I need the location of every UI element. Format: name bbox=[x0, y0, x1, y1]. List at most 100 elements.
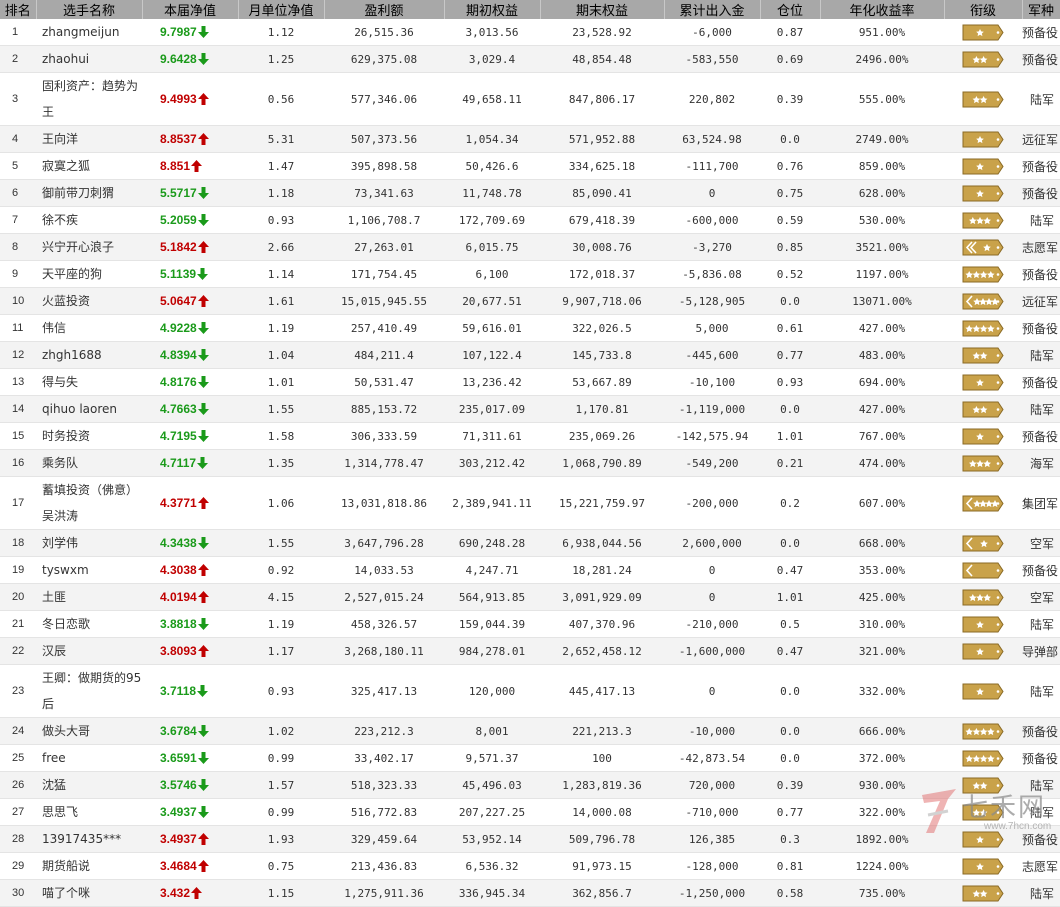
player-name-cell[interactable]: 火蓝投资 bbox=[36, 287, 142, 315]
player-name-cell[interactable]: 天平座的狗 bbox=[36, 260, 142, 288]
player-name-cell[interactable]: 御前带刀刺猬 bbox=[36, 179, 142, 207]
player-name-cell[interactable]: 乘务队 bbox=[36, 449, 142, 477]
table-body: 1 zhangmeijun 9.7987 1.12 26,515.36 3,013.56 2… bbox=[0, 19, 1060, 907]
table-row[interactable]: 24 做头大哥 3.6784 1.02 223,212.3 8,001 221,213.3-… bbox=[0, 717, 1060, 745]
table-row[interactable]: 12 zhgh1688 4.8394 1.04 484,211.4 107,122.4 14… bbox=[0, 341, 1060, 369]
profit-cell: 213,436.83 bbox=[324, 852, 444, 880]
table-row[interactable]: 17 蓄填投资（佛意）吴洪涛 4.3771 1.06 13,031,818.86 2,38… bbox=[0, 476, 1060, 530]
annual-return-cell: 3521.00% bbox=[820, 233, 944, 261]
rank-cell: 6 bbox=[0, 179, 36, 207]
column-header[interactable]: 月单位净值 bbox=[238, 0, 325, 19]
table-row[interactable]: 10 火蓝投资 5.0647 1.61 15,015,945.55 20,677.51 9,… bbox=[0, 287, 1060, 315]
table-row[interactable]: 30 喵了个咪 3.432 1.15 1,275,911.36 336,945.34 362… bbox=[0, 879, 1060, 907]
table-row[interactable]: 6 御前带刀刺猬 5.5717 1.18 73,341.63 11,748.78 85,09… bbox=[0, 179, 1060, 207]
start-equity-cell: 564,913.85 bbox=[444, 583, 540, 611]
corps-cell: 预备役 bbox=[1022, 422, 1060, 450]
player-name-cell[interactable]: 伟信 bbox=[36, 314, 142, 342]
table-row[interactable]: 13 得与失 4.8176 1.01 50,531.47 13,236.42 53,667.… bbox=[0, 368, 1060, 396]
column-header[interactable]: 本届净值 bbox=[142, 0, 239, 19]
annual-return-cell: 372.00% bbox=[820, 744, 944, 772]
start-equity-cell: 159,044.39 bbox=[444, 610, 540, 638]
table-row[interactable]: 20 土匪 4.0194 4.15 2,527,015.24 564,913.85 3,09… bbox=[0, 583, 1060, 611]
position-cell: 0.39 bbox=[760, 771, 820, 799]
table-row[interactable]: 28 13917435*** 3.4937 1.93 329,459.64 53,952.… bbox=[0, 825, 1060, 853]
player-name-cell[interactable]: qihuo laoren bbox=[36, 395, 142, 423]
player-name-cell[interactable]: 期货船说 bbox=[36, 852, 142, 880]
monthly-nav-cell: 1.04 bbox=[238, 341, 324, 369]
net-value-cell: 5.1842 bbox=[142, 233, 238, 261]
net-flow-cell: 126,385 bbox=[664, 825, 760, 853]
player-name-cell[interactable]: zhaohui bbox=[36, 45, 142, 73]
column-header[interactable]: 军种 bbox=[1022, 0, 1060, 19]
end-equity-cell: 9,907,718.06 bbox=[540, 287, 664, 315]
column-header[interactable]: 衔级 bbox=[944, 0, 1023, 19]
player-name-cell[interactable]: free bbox=[36, 744, 142, 772]
rank-insignia-icon bbox=[962, 212, 1004, 229]
net-flow-cell: -1,600,000 bbox=[664, 637, 760, 665]
player-name-cell[interactable]: 土匪 bbox=[36, 583, 142, 611]
player-name-cell[interactable]: zhgh1688 bbox=[36, 341, 142, 369]
player-name-cell[interactable]: 时务投资 bbox=[36, 422, 142, 450]
column-header[interactable]: 选手名称 bbox=[36, 0, 143, 19]
column-header[interactable]: 排名 bbox=[0, 0, 37, 19]
player-name-cell[interactable]: 汉辰 bbox=[36, 637, 142, 665]
column-header[interactable]: 年化收益率 bbox=[820, 0, 945, 19]
annual-return-cell: 951.00% bbox=[820, 19, 944, 46]
column-header[interactable]: 期末权益 bbox=[540, 0, 665, 19]
player-name-cell[interactable]: 王卿：做期货的95后 bbox=[36, 664, 142, 718]
player-name-cell[interactable]: zhangmeijun bbox=[36, 19, 142, 46]
player-name-cell[interactable]: 思思飞 bbox=[36, 798, 142, 826]
table-row[interactable]: 25 free 3.6591 0.99 33,402.17 9,571.37 100 -42,… bbox=[0, 744, 1060, 772]
player-name-cell[interactable]: 兴宁开心浪子 bbox=[36, 233, 142, 261]
table-row[interactable]: 5 寂寞之狐 8.851 1.47 395,898.58 50,426.6 334,625.… bbox=[0, 152, 1060, 180]
arrow-down-icon bbox=[197, 430, 209, 442]
player-name-cell[interactable]: 固利资产：趋势为王 bbox=[36, 72, 142, 126]
rank-insignia-icon bbox=[962, 455, 1004, 472]
table-row[interactable]: 2 zhaohui 9.6428 1.25 629,375.08 3,029.4 48,85… bbox=[0, 45, 1060, 73]
player-name-cell[interactable]: tyswxm bbox=[36, 556, 142, 584]
monthly-nav-cell: 0.99 bbox=[238, 744, 324, 772]
table-row[interactable]: 21 冬日恋歌 3.8818 1.19 458,326.57 159,044.39 407,… bbox=[0, 610, 1060, 638]
corps-cell: 陆军 bbox=[1022, 341, 1060, 369]
player-name-cell[interactable]: 寂寞之狐 bbox=[36, 152, 142, 180]
table-row[interactable]: 9 天平座的狗 5.1139 1.14 171,754.45 6,100 172,018.3… bbox=[0, 260, 1060, 288]
player-name-cell[interactable]: 冬日恋歌 bbox=[36, 610, 142, 638]
table-row[interactable]: 4 王向洋 8.8537 5.31 507,373.56 1,054.34 571,952.… bbox=[0, 125, 1060, 153]
table-row[interactable]: 29 期货船说 3.4684 0.75 213,436.83 6,536.32 91,973… bbox=[0, 852, 1060, 880]
column-header[interactable]: 盈利额 bbox=[324, 0, 445, 19]
table-row[interactable]: 8 兴宁开心浪子 5.1842 2.66 27,263.01 6,015.75 30,008… bbox=[0, 233, 1060, 261]
column-header[interactable]: 期初权益 bbox=[444, 0, 541, 19]
player-name-cell[interactable]: 蓄填投资（佛意）吴洪涛 bbox=[36, 476, 142, 530]
player-name-cell[interactable]: 13917435*** bbox=[36, 825, 142, 853]
player-name-cell[interactable]: 王向洋 bbox=[36, 125, 142, 153]
table-row[interactable]: 26 沈猛 3.5746 1.57 518,323.33 45,496.03 1,283,8… bbox=[0, 771, 1060, 799]
table-row[interactable]: 7 徐不疾 5.2059 0.93 1,106,708.7 172,709.69 679,4… bbox=[0, 206, 1060, 234]
position-cell: 0.5 bbox=[760, 610, 820, 638]
table-row[interactable]: 18 刘学伟 4.3438 1.55 3,647,796.28 690,248.28 6,9… bbox=[0, 529, 1060, 557]
table-row[interactable]: 27 思思飞 3.4937 0.99 516,772.83 207,227.25 14,00… bbox=[0, 798, 1060, 826]
corps-cell: 集团军 bbox=[1022, 476, 1060, 530]
column-header[interactable]: 累计出入金 bbox=[664, 0, 761, 19]
player-name-cell[interactable]: 刘学伟 bbox=[36, 529, 142, 557]
player-name-cell[interactable]: 沈猛 bbox=[36, 771, 142, 799]
table-row[interactable]: 19 tyswxm 4.3038 0.92 14,033.53 4,247.71 18,28… bbox=[0, 556, 1060, 584]
table-row[interactable]: 3 固利资产：趋势为王 9.4993 0.56 577,346.06 49,658.11 8… bbox=[0, 72, 1060, 126]
annual-return-cell: 555.00% bbox=[820, 72, 944, 126]
column-header[interactable]: 仓位 bbox=[760, 0, 821, 19]
net-value-text: 4.3771 bbox=[160, 496, 197, 510]
table-row[interactable]: 22 汉辰 3.8093 1.17 3,268,180.11 984,278.01 2,65… bbox=[0, 637, 1060, 665]
player-name-cell[interactable]: 得与失 bbox=[36, 368, 142, 396]
table-row[interactable]: 11 伟信 4.9228 1.19 257,410.49 59,616.01 322,026… bbox=[0, 314, 1060, 342]
table-row[interactable]: 16 乘务队 4.7117 1.35 1,314,778.47 303,212.42 1,0… bbox=[0, 449, 1060, 477]
player-name-cell[interactable]: 做头大哥 bbox=[36, 717, 142, 745]
table-row[interactable]: 14 qihuo laoren 4.7663 1.55 885,153.72 235,01… bbox=[0, 395, 1060, 423]
net-flow-cell: -583,550 bbox=[664, 45, 760, 73]
rank-badge-cell bbox=[944, 664, 1022, 718]
table-row[interactable]: 23 王卿：做期货的95后 3.7118 0.93 325,417.13 120,000 4… bbox=[0, 664, 1060, 718]
table-row[interactable]: 15 时务投资 4.7195 1.58 306,333.59 71,311.61 235,0… bbox=[0, 422, 1060, 450]
player-name-cell[interactable]: 喵了个咪 bbox=[36, 879, 142, 907]
arrow-down-icon bbox=[197, 376, 209, 388]
table-row[interactable]: 1 zhangmeijun 9.7987 1.12 26,515.36 3,013.56 2… bbox=[0, 19, 1060, 46]
monthly-nav-cell: 5.31 bbox=[238, 125, 324, 153]
player-name-cell[interactable]: 徐不疾 bbox=[36, 206, 142, 234]
